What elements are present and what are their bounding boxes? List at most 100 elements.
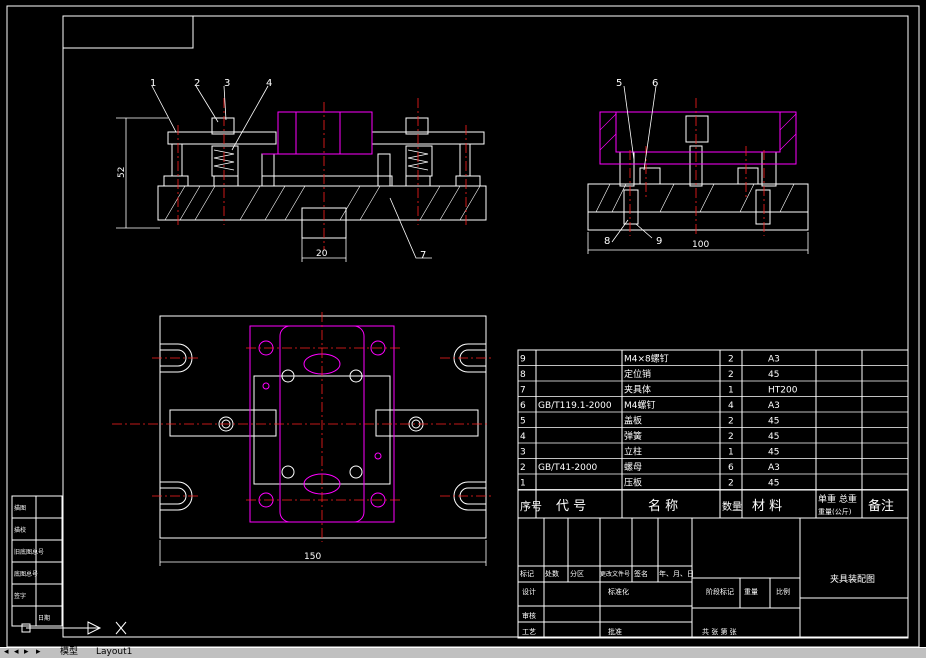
bom-header-weight: 单重 总重 xyxy=(818,493,857,505)
leader-5: 5 xyxy=(616,78,622,89)
bom-cell-mat: 45 xyxy=(768,448,779,458)
bom-cell-name: 定位销 xyxy=(624,368,651,380)
bom-cell-no: 2 xyxy=(520,463,526,473)
drawing-name: 夹具装配图 xyxy=(830,573,875,585)
lb-trace: 描图 xyxy=(14,504,26,512)
bom-cell-mat: A3 xyxy=(768,355,780,365)
leader-4: 4 xyxy=(266,78,272,89)
bom-header-note: 备注 xyxy=(868,498,894,514)
bom-cell-name: M4×8螺钉 xyxy=(624,354,669,365)
tb-weight: 重量 xyxy=(744,588,758,596)
tb-stage: 阶段标记 xyxy=(706,587,734,596)
lb-base: 底图总号 xyxy=(14,570,38,578)
bom-cell-code: GB/T41-2000 xyxy=(538,463,598,473)
tb-mark: 标记 xyxy=(520,569,534,578)
bom-cell-no: 3 xyxy=(520,448,526,458)
tb-count: 处数 xyxy=(545,569,559,578)
bom-cell-qty: 2 xyxy=(728,417,734,427)
tb-change: 更改文件号 xyxy=(600,570,630,578)
front-workpiece xyxy=(262,111,373,155)
bom-cell-no: 5 xyxy=(520,417,526,427)
top-label-box xyxy=(62,15,194,49)
layout-tab-bar: ◂ ◂ ▸ ▸ 模型 Layout1 xyxy=(0,647,926,658)
bom-cell-name: 压板 xyxy=(624,477,642,489)
side-workpiece xyxy=(599,111,797,165)
tb-date: 年、月、日 xyxy=(659,569,694,578)
bom-cell-qty: 2 xyxy=(728,479,734,489)
bom-cell-no: 4 xyxy=(520,432,526,442)
leader-3: 3 xyxy=(224,78,230,89)
bom-cell-name: M4螺钉 xyxy=(624,400,656,411)
dim-height: 52 xyxy=(117,167,127,178)
lb-old: 旧底图总号 xyxy=(14,548,44,556)
bom-header-mat: 材 料 xyxy=(752,499,782,514)
tab-model[interactable]: 模型 xyxy=(60,648,78,657)
bom-cell-mat: A3 xyxy=(768,463,780,473)
bom-header-qty: 数量 xyxy=(722,500,742,513)
ucs-icon xyxy=(21,621,127,635)
bom-cell-no: 7 xyxy=(520,386,526,396)
bom-header-no: 序号 xyxy=(520,499,542,513)
tb-sign: 签名 xyxy=(634,569,648,578)
top-view xyxy=(159,315,487,539)
dim-width-bottom: 150 xyxy=(304,552,321,562)
bom-cell-name: 螺母 xyxy=(624,462,642,473)
leader-9: 9 xyxy=(656,236,662,247)
lb-sign: 签字 xyxy=(14,592,26,600)
lb-check: 描校 xyxy=(14,526,26,534)
bom-cell-qty: 2 xyxy=(728,355,734,365)
bom-header-code: 代 号 xyxy=(556,499,586,514)
nav-prev-icon[interactable]: ◂ xyxy=(14,648,19,657)
nav-first-icon[interactable]: ◂ xyxy=(4,648,9,657)
title-block-text: 标记 处数 分区 更改文件号 签名 年、月、日 设计 标准化 审核 工艺 批准 … xyxy=(520,569,875,636)
bom-cell-qty: 2 xyxy=(728,432,734,442)
tb-sheets: 共 张 第 张 xyxy=(702,627,737,636)
left-block xyxy=(11,495,63,627)
tb-zone: 分区 xyxy=(570,569,584,578)
tb-scale: 比例 xyxy=(776,587,790,596)
bom-cell-no: 1 xyxy=(520,479,526,489)
bom-cell-mat: 45 xyxy=(768,370,779,380)
leader-7: 7 xyxy=(420,250,426,261)
tb-design: 设计 xyxy=(522,587,536,596)
side-view xyxy=(587,115,809,231)
drawing-canvas[interactable]: 1 2 3 4 7 52 20 5 6 8 9 100 150 9 M4×8螺钉… xyxy=(0,0,926,647)
bom-cell-no: 6 xyxy=(520,401,526,411)
leader-8: 8 xyxy=(604,236,610,247)
bom-table xyxy=(517,349,909,519)
front-view xyxy=(157,117,487,239)
bom-cell-name: 盖板 xyxy=(624,415,642,427)
bom-cell-no: 8 xyxy=(520,370,526,380)
leader-2: 2 xyxy=(194,78,200,89)
nav-next-icon[interactable]: ▸ xyxy=(24,648,29,657)
bom-cell-mat: 45 xyxy=(768,432,779,442)
bom-cell-qty: 1 xyxy=(728,386,734,396)
dim-side-width: 100 xyxy=(692,240,709,250)
bom-cell-qty: 1 xyxy=(728,448,734,458)
tb-process: 工艺 xyxy=(522,628,536,636)
tab-layout1[interactable]: Layout1 xyxy=(96,648,132,657)
bom-cell-qty: 4 xyxy=(728,401,734,411)
bom-cell-qty: 6 xyxy=(728,463,734,473)
bom-cell-no: 9 xyxy=(520,355,526,365)
bom-header-weight-unit: 重量(公斤) xyxy=(818,507,852,516)
bom-cell-qty: 2 xyxy=(728,370,734,380)
bom-cell-mat: 45 xyxy=(768,479,779,489)
bom-cell-name: 弹簧 xyxy=(624,430,642,442)
bom-cell-name: 立柱 xyxy=(624,446,642,458)
leader-1: 1 xyxy=(150,78,156,89)
lb-date: 日期 xyxy=(38,614,50,622)
bom-header-name: 名 称 xyxy=(648,498,678,514)
bom-cell-code: GB/T119.1-2000 xyxy=(538,401,612,411)
bom-rows: 9 M4×8螺钉 2 A38 定位销 2 457 夹具体 1 HT2006 GB/T119.1-20… xyxy=(518,354,908,516)
tb-std: 标准化 xyxy=(608,587,629,596)
bom-cell-name: 夹具体 xyxy=(624,384,651,396)
tb-approve: 批准 xyxy=(608,627,622,636)
bom-cell-mat: A3 xyxy=(768,401,780,411)
bom-cell-mat: 45 xyxy=(768,417,779,427)
bom-cell-mat: HT200 xyxy=(768,386,798,396)
dim-slot: 20 xyxy=(316,249,328,259)
tb-review: 审核 xyxy=(522,611,536,620)
nav-last-icon[interactable]: ▸ xyxy=(36,648,41,657)
leader-6: 6 xyxy=(652,78,658,89)
